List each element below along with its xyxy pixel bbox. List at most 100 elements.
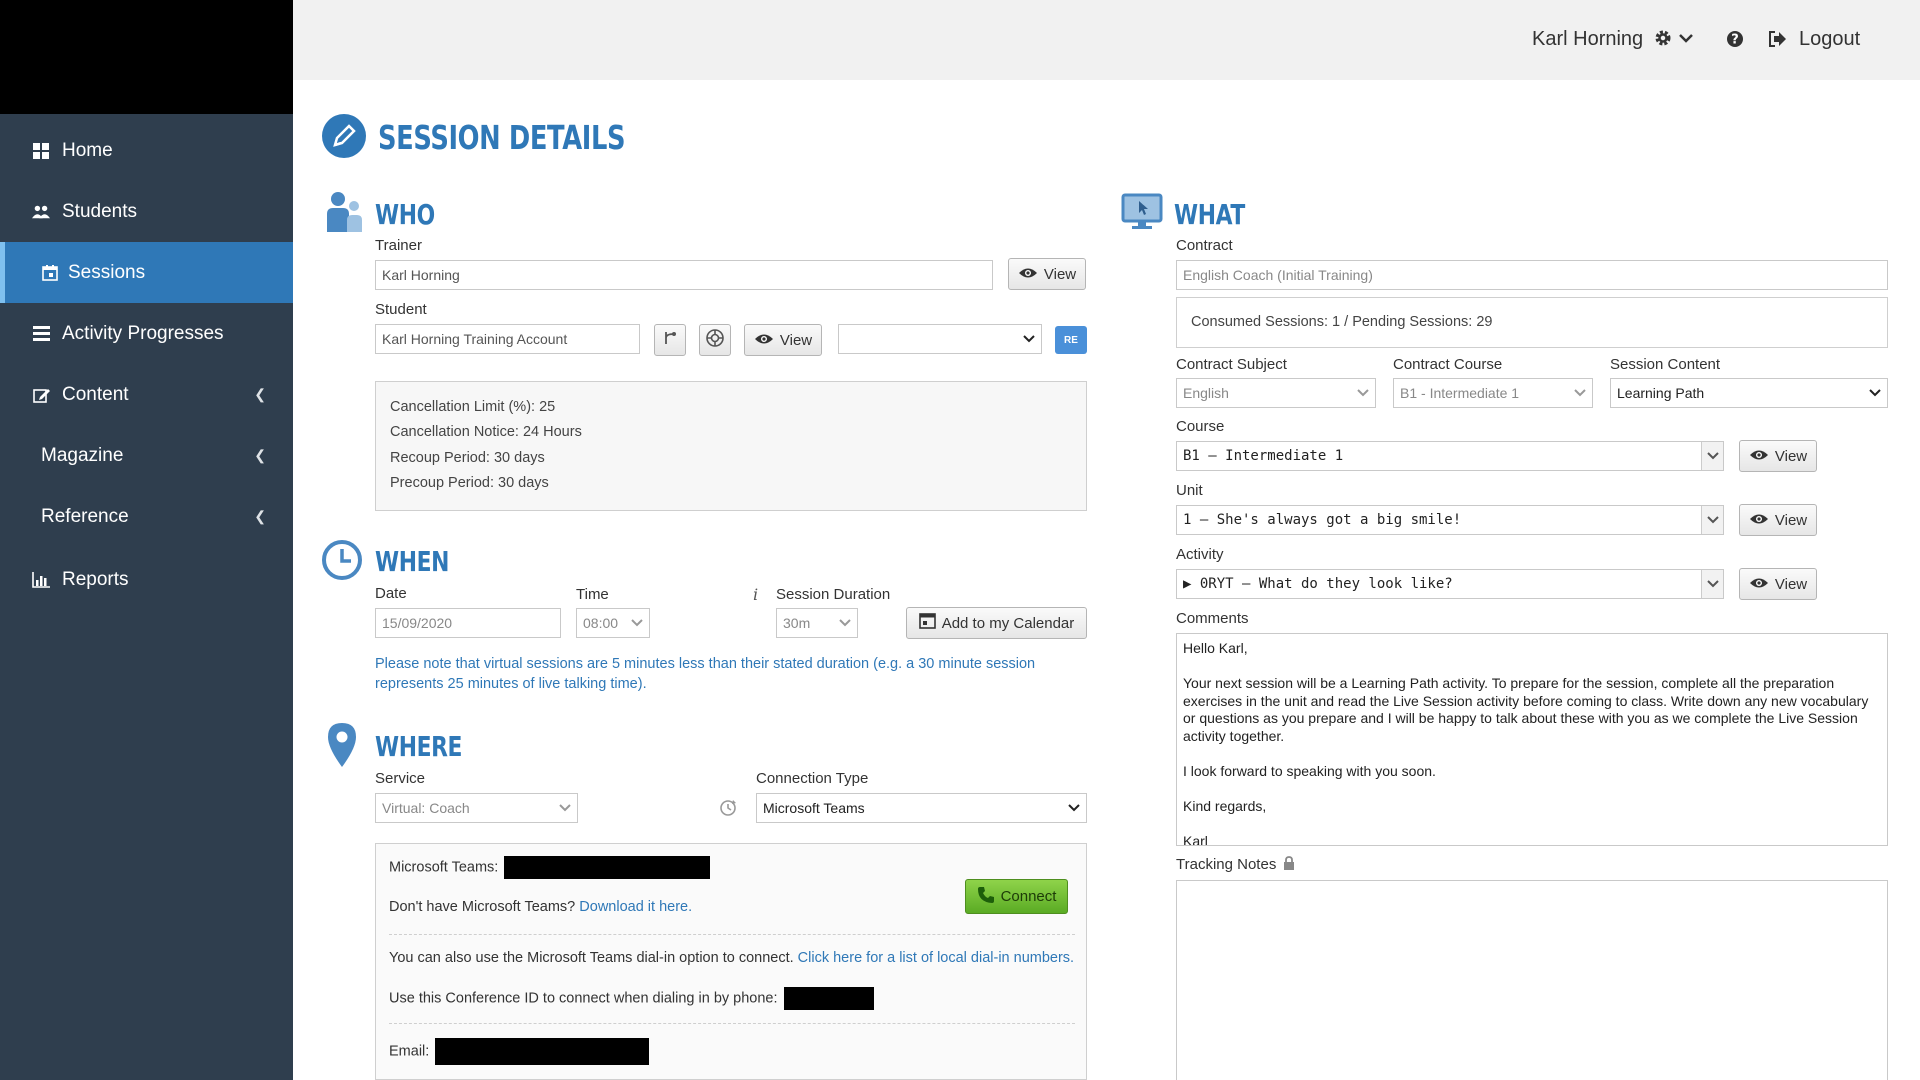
connect-button[interactable]: Connect	[965, 879, 1068, 914]
chevron-down-icon	[1701, 506, 1723, 534]
service-label: Service	[375, 770, 426, 787]
sidebar: Home Students Sessions Activity Progress…	[0, 0, 293, 1080]
sidebar-item-reference[interactable]: Reference ❮	[0, 486, 293, 547]
dialin-numbers-link[interactable]: Click here for a list of local dial-in n…	[798, 950, 1074, 966]
redacted-email	[435, 1038, 650, 1065]
teams-label: Microsoft Teams:	[389, 859, 499, 876]
course-value: B1 – Intermediate 1	[1183, 448, 1344, 464]
gear-icon[interactable]	[1654, 29, 1672, 52]
brand-logo-area	[0, 0, 293, 114]
contract-subject-select[interactable]: English	[1176, 378, 1376, 408]
main-content: SESSION DETAILS WHO Trainer Karl Horning…	[293, 80, 1920, 1080]
chevron-down-icon[interactable]	[1678, 31, 1694, 49]
view-label: View	[1043, 265, 1077, 283]
sidebar-item-label: Students	[62, 200, 137, 222]
trainer-field[interactable]: Karl Horning	[375, 260, 993, 290]
what-title: WHAT	[1174, 198, 1245, 231]
tracking-notes-textarea[interactable]	[1176, 880, 1888, 1080]
contract-label: Contract	[1176, 237, 1233, 254]
teams-id-line: Microsoft Teams:	[389, 856, 711, 879]
contract-subject-label: Contract Subject	[1176, 356, 1287, 373]
tracking-notes-label: Tracking Notes	[1176, 856, 1295, 874]
sidebar-item-home[interactable]: Home	[0, 120, 293, 181]
sidebar-item-content[interactable]: Content ❮	[0, 364, 293, 425]
chevron-left-icon: ❮	[254, 447, 266, 463]
branch-icon	[662, 330, 678, 350]
logout-icon[interactable]	[1768, 30, 1787, 53]
contract-field[interactable]: English Coach (Initial Training)	[1176, 260, 1888, 290]
bar-chart-icon	[32, 571, 50, 589]
course-select[interactable]: B1 – Intermediate 1	[1176, 441, 1724, 471]
view-label: View	[1774, 447, 1808, 465]
unit-label: Unit	[1176, 482, 1203, 499]
chevron-down-icon	[1023, 325, 1035, 353]
svg-text:?: ?	[1731, 33, 1739, 48]
activity-view-button[interactable]: View	[1739, 568, 1817, 600]
sidebar-item-activity-progresses[interactable]: Activity Progresses	[0, 303, 293, 364]
logout-link[interactable]: Logout	[1799, 28, 1860, 51]
sidebar-item-label: Magazine	[41, 444, 124, 466]
trainer-value: Karl Horning	[382, 267, 460, 283]
calendar-icon	[918, 613, 936, 633]
people-icon	[325, 190, 365, 237]
chevron-down-icon	[1068, 794, 1080, 822]
chevron-left-icon: ❮	[254, 386, 266, 402]
add-to-calendar-button[interactable]: Add to my Calendar	[906, 607, 1087, 639]
student-support-button[interactable]	[699, 324, 731, 356]
eye-icon	[1749, 448, 1769, 465]
contract-course-select[interactable]: B1 - Intermediate 1	[1393, 378, 1593, 408]
date-field[interactable]: 15/09/2020	[375, 608, 561, 638]
connection-type-value: Microsoft Teams	[763, 800, 865, 816]
time-value: 08:00	[583, 615, 619, 631]
student-label: Student	[375, 301, 427, 318]
view-label: View	[1774, 511, 1808, 529]
contract-course-label: Contract Course	[1393, 356, 1503, 373]
divider	[389, 934, 1075, 935]
redacted-conference-id	[783, 987, 874, 1010]
phone-icon	[977, 886, 995, 908]
student-view-button[interactable]: View	[744, 324, 822, 356]
info-icon[interactable]: i	[753, 585, 758, 604]
lock-icon	[1283, 856, 1295, 874]
chevron-down-icon	[1701, 570, 1723, 598]
refresh-icon[interactable]	[718, 798, 738, 823]
unit-view-button[interactable]: View	[1739, 504, 1817, 536]
time-select[interactable]: 08:00	[576, 608, 650, 638]
page-title: SESSION DETAILS	[378, 118, 626, 157]
no-teams-text: Don't have Microsoft Teams?	[389, 899, 576, 915]
trainer-view-button[interactable]: View	[1008, 258, 1086, 290]
sidebar-item-reports[interactable]: Reports	[0, 549, 293, 610]
sidebar-item-magazine[interactable]: Magazine ❮	[0, 425, 293, 486]
calendar-icon	[41, 264, 59, 282]
home-icon	[32, 142, 50, 160]
service-select[interactable]: Virtual: Coach	[375, 793, 578, 823]
divider	[389, 1023, 1075, 1024]
chevron-down-icon	[1357, 379, 1369, 407]
session-content-select[interactable]: Learning Path	[1610, 378, 1888, 408]
sidebar-item-label: Reports	[62, 568, 129, 590]
comments-textarea[interactable]: Hello Karl, Your next session will be a …	[1176, 633, 1888, 846]
duration-select[interactable]: 30m	[776, 608, 858, 638]
activity-select[interactable]: ▶ 0RYT – What do they look like?	[1176, 569, 1724, 599]
sidebar-item-sessions[interactable]: Sessions	[0, 242, 293, 303]
student-branch-button[interactable]	[654, 324, 686, 356]
contract-sessions-box: Consumed Sessions: 1 / Pending Sessions:…	[1176, 297, 1888, 348]
download-teams-link[interactable]: Download it here.	[579, 899, 692, 915]
user-name[interactable]: Karl Horning	[1532, 28, 1643, 51]
course-view-button[interactable]: View	[1739, 440, 1817, 472]
activity-label: Activity	[1176, 546, 1224, 563]
student-field[interactable]: Karl Horning Training Account	[375, 324, 640, 354]
connection-type-select[interactable]: Microsoft Teams	[756, 793, 1087, 823]
unit-select[interactable]: 1 – She's always got a big smile!	[1176, 505, 1724, 535]
sidebar-item-students[interactable]: Students	[0, 181, 293, 242]
help-icon[interactable]: ?	[1726, 30, 1744, 53]
eye-icon	[1018, 266, 1038, 283]
precoup-period: Precoup Period: 30 days	[390, 475, 549, 491]
student-account-select[interactable]	[838, 324, 1042, 354]
sidebar-item-label: Content	[62, 383, 129, 405]
sidebar-item-label: Reference	[41, 505, 129, 527]
conference-text: Use this Conference ID to connect when d…	[389, 990, 778, 1007]
re-badge-button[interactable]: RE	[1055, 326, 1087, 354]
eye-icon	[1749, 576, 1769, 593]
student-policy-box: Cancellation Limit (%): 25 Cancellation …	[375, 381, 1087, 511]
